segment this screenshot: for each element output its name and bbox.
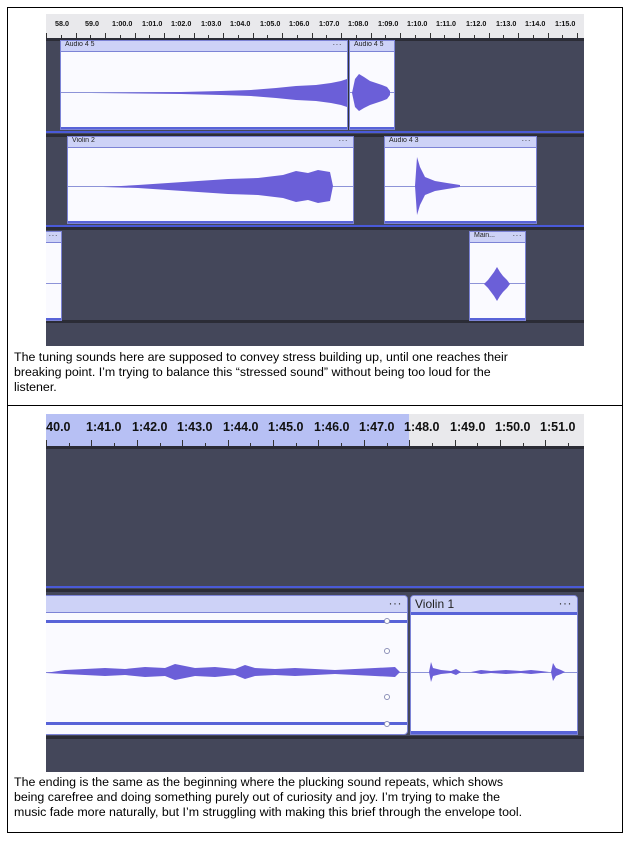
- audio-clip[interactable]: Violin 2 ···: [67, 136, 354, 224]
- ruler-label: 1:12.0: [466, 19, 487, 28]
- ruler-label: 59.0: [85, 19, 99, 28]
- clip-footer: [46, 318, 61, 320]
- timeline-ruler[interactable]: :40.0 1:41.0 1:42.0 1:43.0 1:44.0 1:45.0…: [46, 414, 584, 446]
- ruler-label: 1:09.0: [378, 19, 399, 28]
- audio-clip[interactable]: Audio 4 5: [349, 40, 395, 130]
- ruler-label: 1:06.0: [289, 19, 310, 28]
- caption-line: being carefree and doing something purel…: [14, 790, 501, 804]
- ruler-label: 58.0: [55, 19, 69, 28]
- audio-clip[interactable]: Audio 4 5 ···: [60, 40, 348, 130]
- clip-menu-button[interactable]: ···: [49, 232, 59, 240]
- clip-footer: [61, 127, 347, 129]
- track-separator: [46, 446, 584, 449]
- clip-footer: [385, 221, 536, 223]
- audacity-screenshot-1: 58.0 59.0 1:00.0 1:01.0 1:02.0 1:03.0 1:…: [46, 14, 584, 346]
- track-separator: [46, 131, 584, 133]
- envelope-point[interactable]: [384, 721, 390, 727]
- timeline-ruler[interactable]: 58.0 59.0 1:00.0 1:01.0 1:02.0 1:03.0 1:…: [46, 14, 584, 38]
- ruler-label: 1:11.0: [436, 19, 456, 28]
- envelope-point[interactable]: [384, 618, 390, 624]
- envelope-point[interactable]: [384, 694, 390, 700]
- audio-clip[interactable]: Violin 1 ···: [410, 595, 578, 735]
- caption-1: The tuning sounds here are supposed to c…: [14, 350, 604, 395]
- ruler-label: 1:43.0: [177, 420, 213, 434]
- ruler-label: 1:44.0: [223, 420, 259, 434]
- track-separator: [46, 589, 584, 592]
- ruler-label: :40.0: [46, 420, 71, 434]
- ruler-label: 1:08.0: [348, 19, 369, 28]
- ruler-label: 1:04.0: [230, 19, 251, 28]
- ruler-label: 1:13.0: [496, 19, 517, 28]
- clip-centerline: [46, 283, 61, 284]
- track-separator: [46, 736, 584, 739]
- ruler-label: 1:46.0: [314, 420, 350, 434]
- ruler-label: 1:02.0: [171, 19, 192, 28]
- ruler-label: 1:03.0: [201, 19, 222, 28]
- clip-footer: [68, 221, 353, 223]
- waveform: [484, 267, 510, 301]
- clip-header[interactable]: ···: [46, 232, 61, 243]
- audio-clip[interactable]: ···: [46, 231, 62, 321]
- track-separator: [46, 227, 584, 230]
- ruler-label: 1:01.0: [142, 19, 163, 28]
- ruler-label: 1:47.0: [359, 420, 395, 434]
- ruler-label: 1:05.0: [260, 19, 281, 28]
- waveform: [429, 662, 565, 682]
- track-separator: [46, 586, 584, 588]
- ruler-label: 1:42.0: [132, 420, 168, 434]
- ruler-label: 1:00.0: [112, 19, 133, 28]
- caption-2: The ending is the same as the beginning …: [14, 775, 619, 820]
- audio-clip[interactable]: Audio 4 3 ···: [384, 136, 537, 224]
- ruler-label: 1:14.0: [525, 19, 546, 28]
- ruler-label: 1:15.0: [555, 19, 576, 28]
- ruler-label: 1:41.0: [86, 420, 122, 434]
- envelope-point[interactable]: [384, 648, 390, 654]
- clip-footer: [350, 127, 394, 129]
- ruler-label: 1:51.0: [540, 420, 576, 434]
- ruler-label: 1:07.0: [319, 19, 340, 28]
- table-divider: [7, 405, 623, 406]
- ruler-label: 1:48.0: [404, 420, 440, 434]
- ruler-label: 1:10.0: [407, 19, 428, 28]
- waveform: [415, 157, 460, 215]
- caption-line: The tuning sounds here are supposed to c…: [14, 350, 508, 364]
- audio-clip[interactable]: Main... ···: [469, 231, 526, 321]
- waveform: [103, 170, 333, 203]
- waveform: [46, 664, 400, 680]
- audio-clip-envelope[interactable]: ···: [46, 595, 408, 735]
- caption-line: The ending is the same as the beginning …: [14, 775, 504, 789]
- audacity-screenshot-2: :40.0 1:41.0 1:42.0 1:43.0 1:44.0 1:45.0…: [46, 414, 584, 772]
- waveform: [352, 74, 390, 111]
- ruler-label: 1:50.0: [495, 420, 531, 434]
- waveform: [91, 79, 347, 107]
- caption-line: listener.: [14, 380, 57, 394]
- caption-line: music fade more naturally, but I’m strug…: [14, 805, 523, 819]
- caption-line: breaking point. I’m trying to balance th…: [14, 365, 491, 379]
- clip-footer: [411, 731, 577, 734]
- clip-footer: [470, 318, 525, 320]
- ruler-label: 1:45.0: [268, 420, 304, 434]
- ruler-label: 1:49.0: [450, 420, 486, 434]
